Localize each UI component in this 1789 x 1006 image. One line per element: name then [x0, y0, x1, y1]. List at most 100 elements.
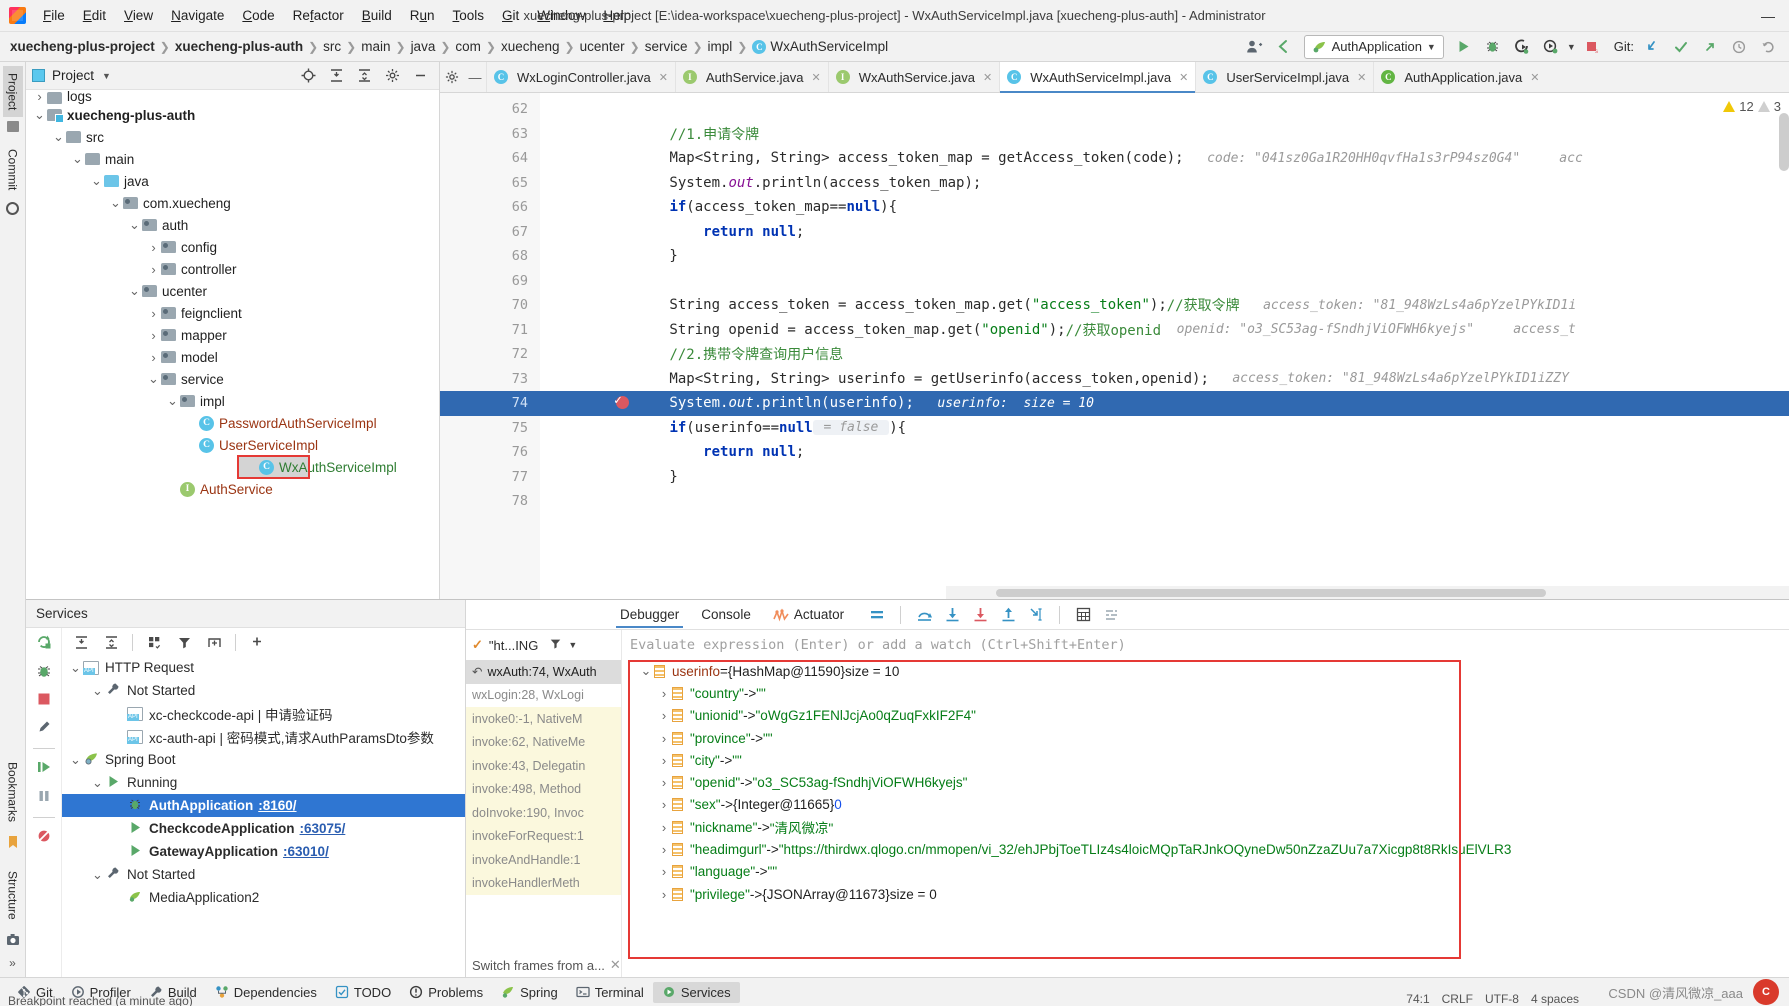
breadcrumb-item-8[interactable]: service [645, 39, 688, 54]
code-line[interactable]: return null; [540, 220, 1789, 245]
run-configuration-selector[interactable]: AuthApplication ▼ [1303, 34, 1444, 59]
status-item-terminal[interactable]: Terminal [567, 982, 653, 1003]
stack-frame[interactable]: invoke0:-1, NativeM [466, 707, 621, 731]
editor-horizontal-scrollbar[interactable] [946, 586, 1789, 599]
project-tree-node[interactable]: ⌄ main [26, 148, 439, 170]
update-project-icon[interactable] [1639, 35, 1665, 59]
chevron-right-icon[interactable]: › [656, 887, 672, 902]
rerun-icon[interactable] [36, 634, 52, 653]
breadcrumb-item-2[interactable]: src [323, 39, 341, 54]
project-tree-node[interactable]: ⌄ com.xuecheng [26, 192, 439, 214]
run-to-cursor-icon[interactable] [1023, 603, 1049, 627]
menu-tools[interactable]: Tools [444, 4, 494, 27]
services-tree-node[interactable]: ⌄ Not Started [62, 679, 465, 702]
gutter-line-number[interactable]: 69 [440, 269, 540, 294]
gutter-line-number[interactable]: 67 [440, 220, 540, 245]
stack-frame[interactable]: ↶ wxAuth:74, WxAuth [466, 660, 621, 684]
gutter-line-number[interactable]: 76 [440, 440, 540, 465]
rail-tab-bookmarks[interactable]: Bookmarks [3, 755, 23, 829]
variable-row[interactable]: › "province" -> "" [622, 727, 1789, 749]
profile-icon[interactable] [1538, 35, 1564, 59]
project-tree-node[interactable]: ⌄ xuecheng-plus-auth [26, 104, 439, 126]
chevron-down-icon[interactable]: ⌄ [638, 663, 654, 679]
chevron-right-icon[interactable]: › [146, 328, 161, 343]
history-icon[interactable] [1726, 35, 1752, 59]
chevron-right-icon[interactable]: › [146, 240, 161, 255]
window-controls[interactable]: — [1753, 8, 1789, 24]
services-tree-node[interactable]: CheckcodeApplication:63075/ [62, 817, 465, 840]
services-tree-node[interactable]: MediaApplication2 [62, 886, 465, 909]
chevron-down-icon[interactable]: ▼ [102, 71, 111, 81]
project-tree[interactable]: › logs ⌄ xuecheng-plus-auth ⌄ src ⌄ main ⌄ java ⌄ c… [26, 90, 439, 599]
chevron-right-icon[interactable]: › [656, 731, 672, 746]
commit-icon[interactable] [1668, 35, 1694, 59]
gutter-line-number[interactable]: 72 [440, 342, 540, 367]
gutter-line-number[interactable]: 64 [440, 146, 540, 171]
chevron-right-icon[interactable]: › [656, 820, 672, 835]
variable-row[interactable]: › "openid" -> "o3_SC53ag-fSndhjViOFWH6kye… [622, 771, 1789, 793]
stop-icon[interactable] [37, 692, 51, 709]
hide-editor-tabs-icon[interactable]: — [464, 62, 486, 92]
evaluate-expression-field[interactable]: Evaluate expression (Enter) or add a wat… [622, 630, 1789, 660]
gutter-line-number[interactable]: 77 [440, 465, 555, 490]
project-tree-node[interactable]: ⌄ java [26, 170, 439, 192]
services-tree-node[interactable]: ⌄ HTTP Request [62, 656, 465, 679]
menu-window[interactable]: Window [528, 4, 594, 27]
project-tree-node[interactable]: › model [26, 346, 439, 368]
breadcrumb-item-10[interactable]: C WxAuthServiceImpl [752, 39, 888, 54]
push-icon[interactable] [1697, 35, 1723, 59]
chevron-down-icon[interactable]: ⌄ [90, 867, 105, 883]
close-tab-icon[interactable]: ✕ [1530, 71, 1539, 84]
settings-icon[interactable] [1098, 603, 1124, 627]
chevron-right-icon[interactable]: › [656, 842, 672, 857]
menu-help[interactable]: Help [594, 4, 640, 27]
menu-edit[interactable]: Edit [74, 4, 115, 27]
step-out-icon[interactable] [995, 603, 1021, 627]
tab-actuator[interactable]: Actuator [763, 602, 854, 627]
project-tree-node[interactable]: ⌄ service [26, 368, 439, 390]
code-line[interactable]: Map<String, String> userinfo = getUserin… [540, 367, 1789, 392]
project-tree-node[interactable]: › config [26, 236, 439, 258]
breadcrumb-item-3[interactable]: main [361, 39, 390, 54]
chevron-down-icon[interactable]: ⌄ [165, 393, 180, 409]
stack-frame[interactable]: wxLogin:28, WxLogi [466, 684, 621, 708]
code-line[interactable]: //1.申请令牌 [540, 122, 1789, 147]
code-line[interactable]: //2.携带令牌查询用户信息 [540, 342, 1789, 367]
services-tree[interactable]: ⌄HTTP Request⌄Not Startedxc-checkcode-ap… [62, 656, 465, 977]
stack-frame[interactable]: invoke:43, Delegatin [466, 754, 621, 778]
filter-icon[interactable] [549, 637, 562, 653]
variable-row[interactable]: › "nickname" -> "清风微凉" [622, 816, 1789, 838]
services-tree-node[interactable]: ⌄ Spring Boot [62, 748, 465, 771]
collapse-all-icon[interactable] [351, 64, 377, 88]
stack-frame[interactable]: invokeAndHandle:1 [466, 848, 621, 872]
project-tree-node[interactable]: I AuthService [26, 478, 439, 500]
chevron-down-icon[interactable]: ⌄ [68, 660, 83, 676]
resume-icon[interactable] [36, 759, 52, 778]
chevron-down-icon[interactable]: ⌄ [32, 107, 47, 123]
hide-panel-icon[interactable] [407, 64, 433, 88]
chevron-down-icon[interactable]: ⌄ [51, 129, 66, 145]
close-tab-icon[interactable]: ✕ [983, 71, 992, 84]
chevron-down-icon[interactable]: ⌄ [89, 173, 104, 189]
collapse-all-icon[interactable] [98, 630, 124, 654]
code-line[interactable]: if (userinfo== null = false ){ [540, 416, 1789, 441]
run-icon[interactable] [1451, 35, 1477, 59]
mute-breakpoints-icon[interactable] [36, 828, 52, 847]
project-tree-node[interactable]: C WxAuthServiceImpl [237, 455, 397, 479]
menu-build[interactable]: Build [353, 4, 401, 27]
expand-all-icon[interactable] [323, 64, 349, 88]
project-tree-node[interactable]: › controller [26, 258, 439, 280]
rail-tab-structure[interactable]: Structure [3, 864, 23, 927]
services-tree-node[interactable]: xc-checkcode-api | 申请验证码 [62, 702, 465, 725]
services-tree-node[interactable]: GatewayApplication:63010/ [62, 840, 465, 863]
variable-row[interactable]: › "unionid" -> "oWgGz1FENlJcjAo0qZuqFxkIF… [622, 705, 1789, 727]
breadcrumb-item-4[interactable]: java [411, 39, 436, 54]
menu-view[interactable]: View [115, 4, 162, 27]
chevron-down-icon[interactable]: ▼ [1567, 42, 1576, 52]
step-over-icon[interactable] [911, 603, 937, 627]
code-editor[interactable]: 12 3 62 63 64 65 66 67 68 69 70 71 72 73 74 75 76 77 78 … [440, 93, 1789, 599]
gutter-line-number[interactable]: 78 [440, 489, 540, 514]
debug-icon[interactable] [1480, 35, 1506, 59]
project-tree-node[interactable]: › logs [26, 90, 439, 104]
thread-selector[interactable]: ✓ "ht...ING ▼ [466, 630, 621, 660]
